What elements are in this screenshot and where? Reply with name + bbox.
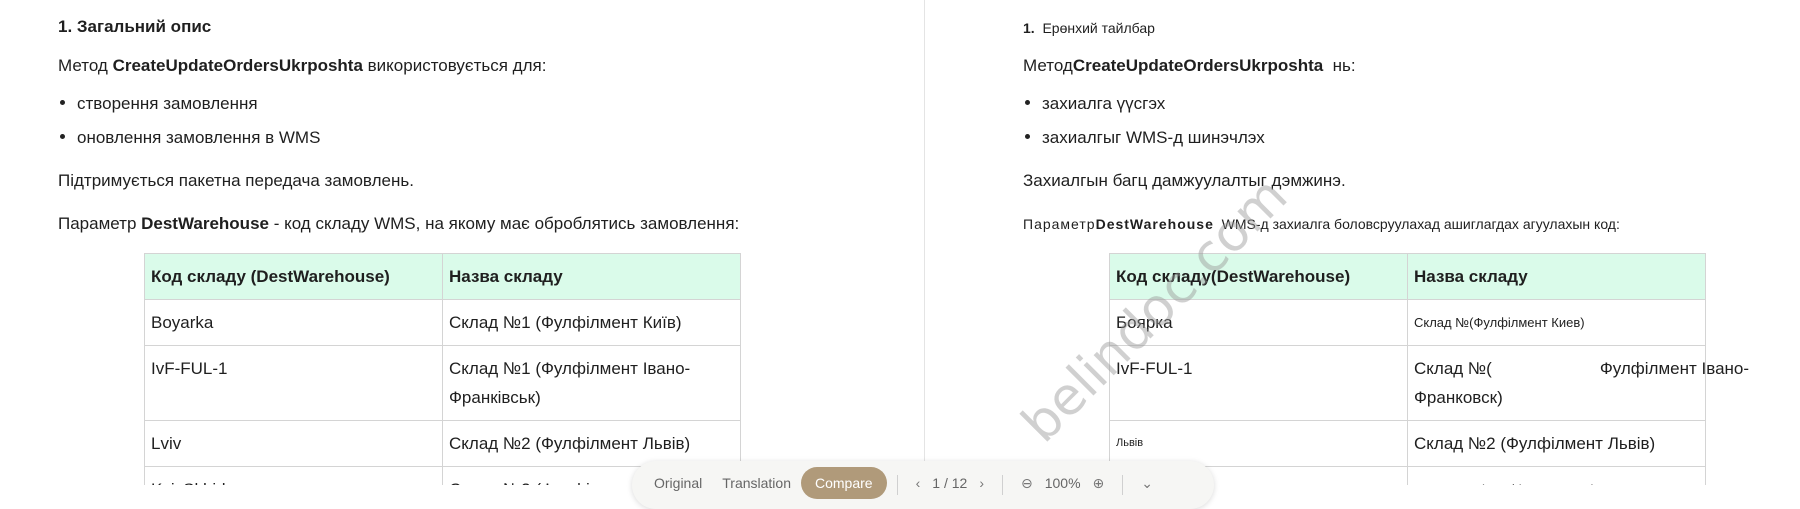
table-cell: Склад №1 (Фулфілмент Київ)	[442, 299, 741, 346]
bullet-item: створення замовлення	[60, 94, 258, 114]
page-divider	[924, 0, 925, 485]
section-heading: 1. Ерөнхий тайлбар	[1023, 20, 1155, 36]
table-header-cell: Код складу (DestWarehouse)	[144, 253, 443, 300]
table-header-row: Код складу (DestWarehouse) Назва складу	[144, 253, 741, 300]
table-cell: Склад №3 (Фулфілмент Киев)	[1407, 466, 1706, 485]
toolbar-divider	[1001, 475, 1003, 495]
zoom-out-icon[interactable]: ⊖	[1013, 467, 1041, 500]
table-cell: Склад №2 (Фулфілмент Львів)	[442, 420, 741, 467]
table-cell: Склад №2 (Фулфілмент Львів)	[1407, 420, 1706, 467]
toolbar-divider	[896, 475, 898, 495]
table-cell: Boyarka	[144, 299, 443, 346]
param-paragraph: Параметр DestWarehouse - код складу WMS,…	[58, 214, 739, 234]
table-row: IvF-FUL-1 Склад №( Фулфілмент Івано- Франк…	[1109, 345, 1749, 421]
warehouse-table: Код складу (DestWarehouse) Назва складу …	[144, 253, 741, 485]
param-paragraph: ПараметрDestWarehouse WMS-д захиалга бол…	[1023, 216, 1620, 232]
toolbar-divider	[1122, 475, 1124, 495]
intro-paragraph: МетодCreateUpdateOrdersUkrposhta нь:	[1023, 56, 1356, 76]
left-page: 1. Загальний опис Метод CreateUpdateOrde…	[0, 0, 925, 485]
intro-paragraph: Метод CreateUpdateOrdersUkrposhta викори…	[58, 56, 546, 76]
cell-line: Франківськ)	[449, 388, 541, 407]
param-suffix: - код складу WMS, на якому має обробляти…	[268, 214, 740, 233]
table-cell: Склад №( Фулфілмент Івано- Франковск)	[1407, 345, 1749, 421]
page-current: 1	[932, 475, 941, 491]
heading-text: Ерөнхий тайлбар	[1042, 20, 1155, 36]
intro-prefix: Метод	[58, 56, 113, 75]
chevron-right-icon[interactable]: ›	[971, 467, 992, 499]
page-separator: /	[943, 475, 948, 491]
section-heading: 1. Загальний опис	[58, 17, 212, 36]
table-row: Boyarka Склад №1 (Фулфілмент Київ)	[144, 299, 741, 346]
tab-translation[interactable]: Translation	[712, 467, 801, 499]
intro-suffix: використовується для:	[362, 56, 547, 75]
table-cell: IvF-FUL-1	[1109, 345, 1408, 421]
bullet-item: захиалга үүсгэх	[1025, 94, 1165, 114]
bullet-text: створення замовлення	[77, 94, 258, 113]
intro-prefix: Метод	[1023, 56, 1073, 75]
cell-line: Франковск)	[1414, 388, 1503, 407]
batch-paragraph: Підтримується пакетна передача замовлень…	[58, 171, 414, 190]
table-row: Lviv Склад №2 (Фулфілмент Львів)	[144, 420, 741, 467]
table-row: Львів Склад №2 (Фулфілмент Львів)	[1109, 420, 1706, 467]
view-toolbar: Original Translation Compare ‹ 1 / 12 › …	[632, 461, 1214, 509]
intro-suffix: нь:	[1332, 56, 1356, 75]
param-name: DestWarehouse	[141, 214, 269, 233]
bullet-text: захиалга үүсгэх	[1042, 94, 1166, 113]
table-row: IvF-FUL-1 Склад №1 (Фулфілмент Івано- Фра…	[144, 345, 741, 421]
page-indicator: 1 / 12	[928, 467, 971, 499]
table-cell: Склад №(Фулфілмент Киев)	[1407, 299, 1706, 346]
table-header-cell: Назва складу	[1407, 253, 1706, 300]
bullet-dot	[1025, 100, 1030, 106]
bullet-dot	[60, 100, 65, 106]
cell-line: Склад №(	[1414, 359, 1492, 378]
table-cell: Lviv	[144, 420, 443, 467]
chevron-down-icon[interactable]: ⌄	[1133, 467, 1161, 500]
bullet-item: захиалгыг WMS-д шинэчлэх	[1025, 128, 1265, 148]
batch-paragraph: Захиалгын багц дамжуулалтыг дэмжинэ.	[1023, 171, 1346, 190]
table-cell: Львів	[1109, 420, 1408, 467]
bullet-dot	[1025, 134, 1030, 140]
bullet-item: оновлення замовлення в WMS	[60, 128, 320, 148]
method-name: CreateUpdateOrdersUkrposhta	[1072, 56, 1324, 75]
table-cell: KyivSkhid	[144, 466, 443, 485]
page-total: 12	[951, 475, 968, 491]
heading-number: 1.	[1023, 20, 1035, 36]
tab-original[interactable]: Original	[644, 467, 712, 499]
table-cell: IvF-FUL-1	[144, 345, 443, 421]
chevron-left-icon[interactable]: ‹	[908, 467, 929, 499]
method-name: CreateUpdateOrdersUkrposhta	[112, 56, 363, 75]
bullet-text: захиалгыг WMS-д шинэчлэх	[1042, 128, 1265, 147]
cell-line: Склад №1 (Фулфілмент Івано-	[449, 359, 691, 378]
zoom-level: 100%	[1044, 475, 1081, 491]
zoom-in-icon[interactable]: ⊕	[1085, 467, 1113, 500]
param-prefix: Параметр	[58, 214, 142, 233]
table-header-cell: Назва складу	[442, 253, 741, 300]
table-cell: Склад №1 (Фулфілмент Івано- Франківськ)	[442, 345, 741, 421]
cell-line: Фулфілмент Івано-	[1599, 359, 1750, 378]
bullet-dot	[60, 134, 65, 140]
bullet-text: оновлення замовлення в WMS	[77, 128, 321, 147]
param-prefix: Параметр	[1023, 216, 1096, 232]
tab-compare[interactable]: Compare	[801, 467, 887, 499]
